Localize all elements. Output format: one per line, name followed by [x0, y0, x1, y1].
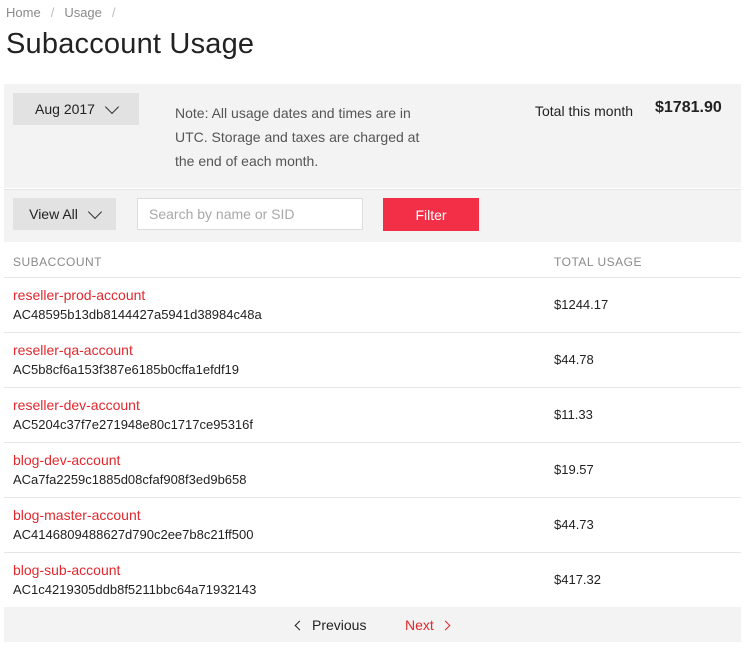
chevron-right-icon: [440, 620, 451, 630]
next-label: Next: [405, 617, 434, 633]
view-dropdown-label: View All: [29, 206, 78, 222]
subaccount-name-link[interactable]: blog-master-account: [13, 507, 141, 523]
breadcrumb-separator: /: [50, 4, 55, 20]
subaccount-name-link[interactable]: blog-sub-account: [13, 562, 120, 578]
subaccount-name-link[interactable]: reseller-dev-account: [13, 397, 140, 413]
breadcrumb-usage-link[interactable]: Usage: [64, 5, 102, 20]
usage-summary-panel: Aug 2017 Note: All usage dates and times…: [4, 84, 741, 188]
month-dropdown-label: Aug 2017: [35, 101, 95, 117]
subaccount-sid: AC5b8cf6a153f387e6185b0cffa1efdf19: [13, 362, 240, 377]
total-usage-value: $19.57: [554, 462, 594, 477]
view-dropdown[interactable]: View All: [13, 198, 116, 230]
breadcrumb-home-link[interactable]: Home: [6, 5, 41, 20]
total-this-month-label: Total this month: [535, 103, 634, 119]
subaccount-name-link[interactable]: reseller-prod-account: [13, 287, 145, 303]
page-title: Subaccount Usage: [6, 28, 255, 60]
chevron-left-icon: [294, 620, 305, 630]
subaccount-sid: AC5204c37f7e271948e80c1717ce95316f: [13, 417, 253, 432]
subaccount-sid: AC48595b13db8144427a5941d38984c48a: [13, 307, 262, 322]
total-this-month-value: $1781.90: [655, 99, 722, 116]
total-usage-value: $1244.17: [554, 297, 609, 312]
pagination: Previous Next: [4, 607, 741, 642]
subaccount-sid: ACa7fa2259c1885d08cfaf908f3ed9b658: [13, 472, 247, 487]
subaccount-name-link[interactable]: reseller-qa-account: [13, 342, 133, 358]
table-row: reseller-qa-account AC5b8cf6a153f387e6185…: [4, 333, 741, 388]
table-row: blog-dev-account ACa7fa2259c1885d08cfaf90…: [4, 443, 741, 498]
breadcrumb-separator: /: [111, 4, 116, 20]
table-row: blog-sub-account AC1c4219305ddb8f5211bbc6…: [4, 553, 741, 608]
subaccount-name-link[interactable]: blog-dev-account: [13, 452, 120, 468]
subaccount-sid: AC1c4219305ddb8f5211bbc64a71932143: [13, 582, 257, 597]
usage-note: Note: All usage dates and times are in U…: [175, 105, 420, 169]
column-header-total-usage: TOTAL USAGE: [554, 255, 642, 269]
chevron-down-icon: [87, 204, 102, 219]
search-input[interactable]: [137, 198, 363, 230]
table-body: reseller-prod-account AC48595b13db8144427…: [4, 278, 741, 608]
table-row: blog-master-account AC4146809488627d790c2…: [4, 498, 741, 553]
total-usage-value: $44.73: [554, 517, 594, 532]
filter-bar: View All Filter: [4, 189, 741, 242]
previous-page-button[interactable]: Previous: [294, 617, 367, 633]
column-header-subaccount: SUBACCOUNT: [13, 255, 103, 269]
breadcrumb: Home / Usage /: [6, 4, 126, 20]
table-row: reseller-prod-account AC48595b13db8144427…: [4, 278, 741, 333]
chevron-down-icon: [104, 99, 120, 114]
table-header: SUBACCOUNT TOTAL USAGE: [4, 242, 741, 278]
total-usage-value: $44.78: [554, 352, 594, 367]
month-dropdown[interactable]: Aug 2017: [13, 93, 139, 125]
table-row: reseller-dev-account AC5204c37f7e271948e8…: [4, 388, 741, 443]
subaccount-usage-table: SUBACCOUNT TOTAL USAGE reseller-prod-acc…: [4, 242, 741, 608]
previous-label: Previous: [312, 617, 367, 633]
total-usage-value: $417.32: [554, 572, 601, 587]
next-page-button[interactable]: Next: [405, 617, 451, 633]
filter-button[interactable]: Filter: [383, 198, 479, 231]
subaccount-sid: AC4146809488627d790c2ee7b8c21ff500: [13, 527, 254, 542]
total-usage-value: $11.33: [554, 407, 593, 422]
